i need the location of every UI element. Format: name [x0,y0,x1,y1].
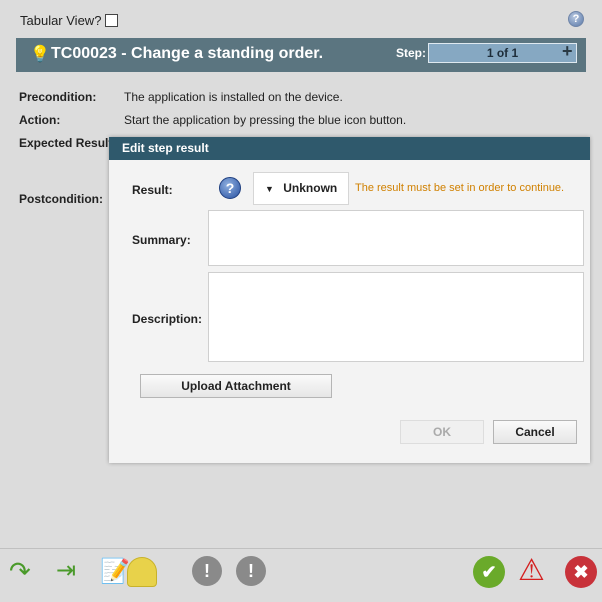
exclamation-icon[interactable]: ! [192,556,222,586]
toolbar-divider [0,548,602,549]
action-value: Start the application by pressing the bl… [124,113,407,127]
precondition-value: The application is installed on the devi… [124,90,343,104]
summary-input[interactable] [208,210,584,266]
hard-hat-icon[interactable] [127,557,157,587]
dialog-title: Edit step result [109,137,590,160]
result-dropdown[interactable]: ▼ Unknown [253,172,349,205]
tabular-view-label: Tabular View? [20,13,102,28]
precondition-label: Precondition: [19,90,97,104]
postcondition-label: Postcondition: [19,192,103,206]
expected-result-label: Expected Result [19,136,113,150]
description-label: Description: [132,312,203,326]
warning-triangle-icon[interactable]: ⚠ [518,553,545,588]
step-label: Step: [396,46,426,60]
result-label: Result: [132,183,173,197]
exclamation-redo-icon[interactable]: ! [236,556,266,586]
upload-attachment-button[interactable]: Upload Attachment [140,374,332,398]
summary-label: Summary: [132,233,191,247]
step-indicator[interactable]: 1 of 1 [428,43,577,63]
result-warning: The result must be set in order to conti… [355,182,565,194]
notepad-edit-icon[interactable]: 📝 [100,557,130,586]
tabular-view-checkbox[interactable] [105,14,118,27]
redo-arrow-icon[interactable]: ↷ [9,556,31,587]
help-icon[interactable]: ? [568,11,584,27]
edit-step-result-dialog: Edit step result Result: ? ▼ Unknown The… [109,137,590,463]
description-input[interactable] [208,272,584,362]
cancel-button[interactable]: Cancel [493,420,577,444]
result-help-icon[interactable]: ? [219,177,241,199]
ok-button[interactable]: OK [400,420,484,444]
caret-down-icon: ▼ [265,184,274,194]
action-label: Action: [19,113,61,127]
pass-check-icon[interactable]: ✔ [473,556,505,588]
result-value: Unknown [283,181,338,195]
skip-to-end-icon[interactable]: ⇥ [56,556,76,585]
plus-icon[interactable]: + [562,41,573,62]
test-case-title: TC00023 - Change a standing order. [51,45,324,62]
fail-x-icon[interactable]: ✖ [565,556,597,588]
lightbulb-icon: 💡 [30,46,50,63]
